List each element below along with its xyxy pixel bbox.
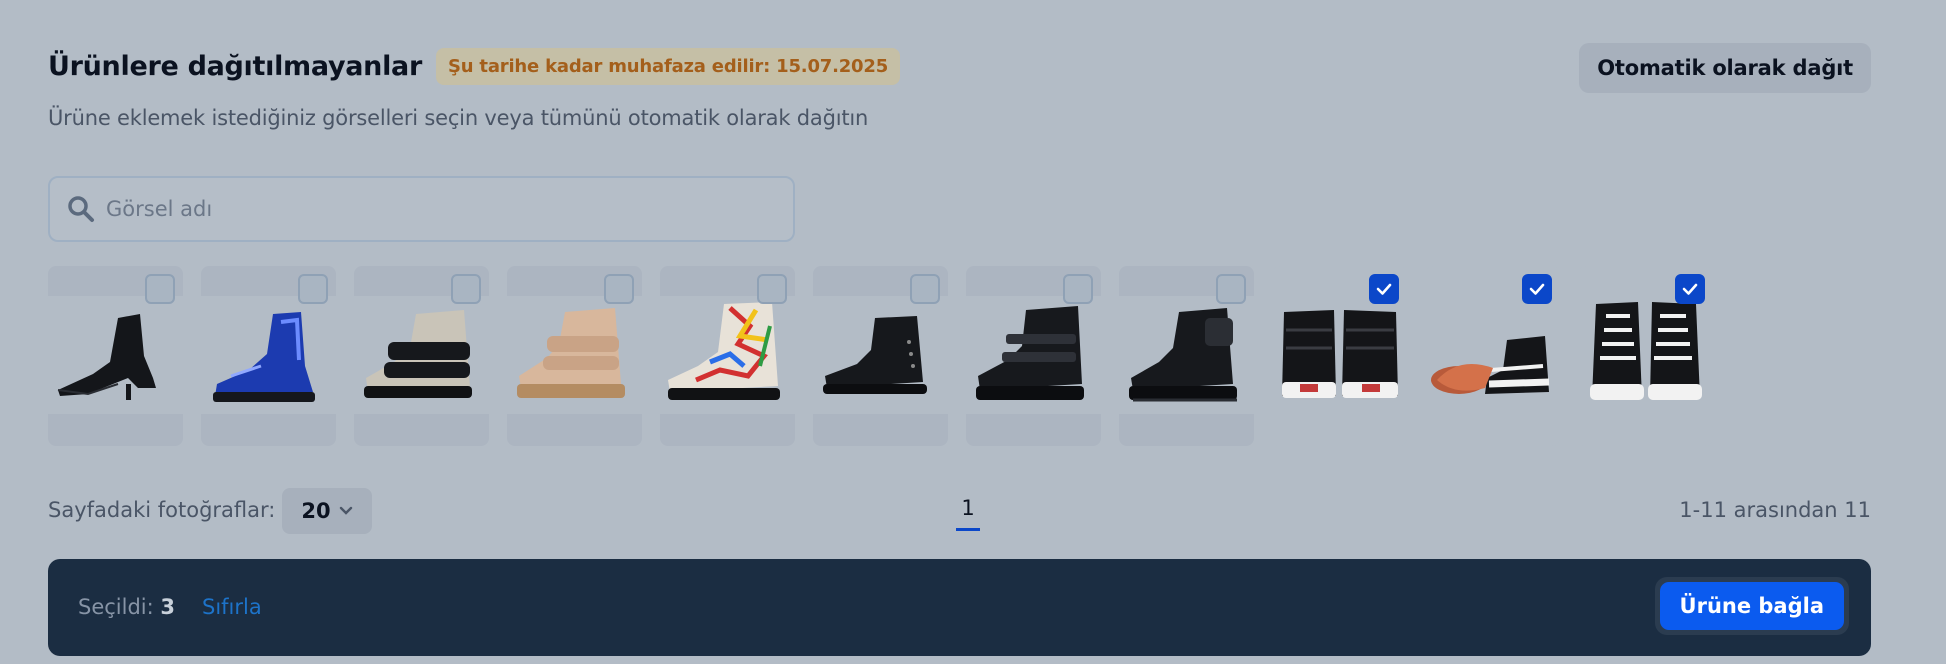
image-checkbox-checked[interactable]	[1522, 274, 1552, 304]
per-page-label: Sayfadaki fotoğraflar:	[48, 498, 276, 522]
image-card[interactable]	[48, 266, 183, 446]
header: Ürünlere dağıtılmayanlar Şu tarihe kadar…	[48, 48, 901, 85]
image-card[interactable]	[507, 266, 642, 446]
image-card[interactable]	[813, 266, 948, 446]
auto-distribute-button[interactable]: Otomatik olarak dağıt	[1579, 43, 1871, 93]
reset-link[interactable]: Sıfırla	[202, 595, 262, 619]
image-checkbox-checked[interactable]	[1675, 274, 1705, 304]
per-page-select[interactable]: 20	[282, 488, 372, 534]
check-icon	[1529, 283, 1545, 295]
shoe-image-sneaker-back	[1272, 296, 1407, 414]
check-icon	[1682, 283, 1698, 295]
page-title: Ürünlere dağıtılmayanlar	[48, 51, 422, 82]
image-card[interactable]	[1425, 266, 1560, 446]
shoe-image-black-heel-boot	[48, 296, 183, 414]
image-checkbox-checked[interactable]	[1369, 274, 1399, 304]
selection-bar: Seçildi: 3 Sıfırla Ürüne bağla	[48, 559, 1871, 656]
pagination-row: Sayfadaki fotoğraflar: 20 1 1-11 arasınd…	[48, 488, 1871, 534]
image-card[interactable]	[354, 266, 489, 446]
page-1-link[interactable]: 1	[956, 496, 980, 520]
image-checkbox[interactable]	[145, 274, 175, 304]
selected-label-text: Seçildi:	[78, 595, 154, 619]
shoe-image-sneaker-side	[1425, 296, 1560, 414]
image-card[interactable]	[201, 266, 336, 446]
subtitle: Ürüne eklemek istediğiniz görselleri seç…	[48, 106, 869, 130]
shoe-image-sneaker-front	[1578, 296, 1713, 414]
shoe-image-black-ankle-boot	[813, 296, 948, 414]
image-checkbox[interactable]	[910, 274, 940, 304]
image-checkbox[interactable]	[1063, 274, 1093, 304]
current-page-indicator	[956, 528, 980, 531]
image-card[interactable]	[966, 266, 1101, 446]
chevron-down-icon	[339, 506, 352, 515]
shoe-image-silver-velcro-boot	[354, 296, 489, 414]
shoe-image-black-strap-boot	[966, 296, 1101, 414]
shoe-image-blue-metallic-boot	[201, 296, 336, 414]
image-checkbox[interactable]	[604, 274, 634, 304]
image-card[interactable]	[660, 266, 795, 446]
check-icon	[1376, 283, 1392, 295]
image-checkbox[interactable]	[451, 274, 481, 304]
image-card[interactable]	[1119, 266, 1254, 446]
search-input[interactable]	[106, 197, 746, 221]
items-count: 1-11 arasından 11	[1679, 498, 1871, 522]
search-field[interactable]	[48, 176, 795, 242]
image-grid	[48, 266, 1713, 446]
image-card[interactable]	[1578, 266, 1713, 446]
retention-badge: Şu tarihe kadar muhafaza edilir: 15.07.2…	[435, 48, 901, 85]
search-icon	[68, 196, 94, 222]
attach-to-product-button[interactable]: Ürüne bağla	[1659, 582, 1844, 630]
shoe-image-gold-velcro-boot	[507, 296, 642, 414]
image-checkbox[interactable]	[298, 274, 328, 304]
selected-count: 3	[160, 595, 176, 619]
selected-count-label: Seçildi: 3	[78, 595, 175, 619]
shoe-image-black-pocket-boot	[1119, 296, 1254, 414]
image-checkbox[interactable]	[757, 274, 787, 304]
image-card[interactable]	[1272, 266, 1407, 446]
attach-button-focus-ring: Ürüne bağla	[1654, 577, 1849, 635]
per-page-value: 20	[301, 499, 331, 523]
image-checkbox[interactable]	[1216, 274, 1246, 304]
shoe-image-graffiti-boot	[660, 296, 795, 414]
